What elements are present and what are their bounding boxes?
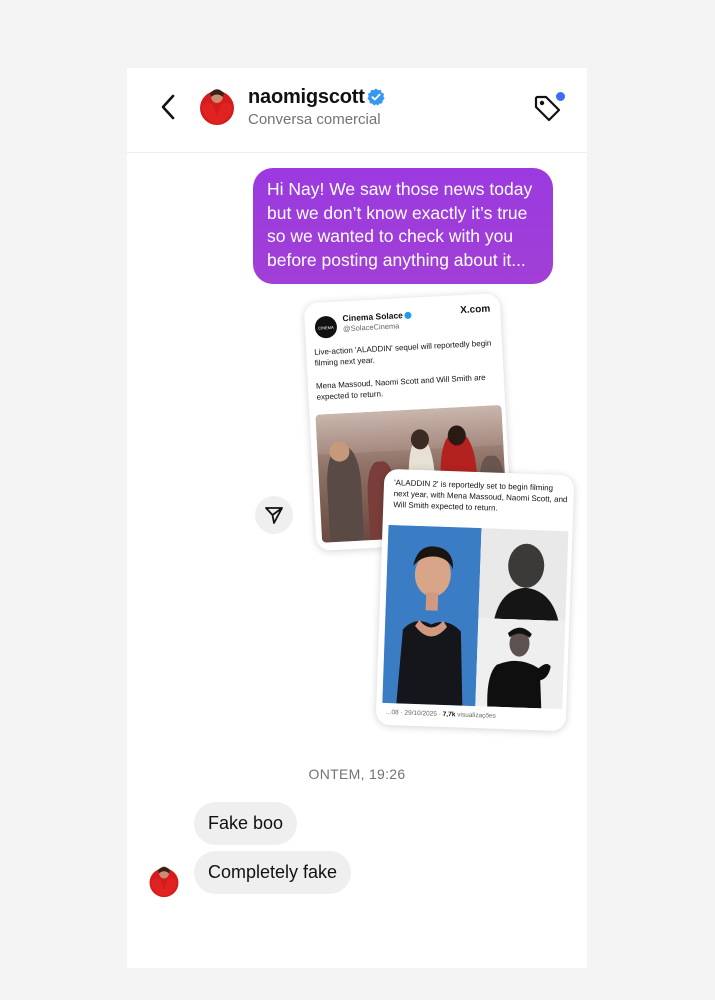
notification-dot <box>556 92 565 101</box>
will-smith-photo <box>478 528 569 622</box>
verified-badge-icon <box>367 88 385 106</box>
naomi-scott-photo <box>382 524 482 707</box>
post-footer: ...08 · 29/10/2025 · 7,7k visualizações <box>385 708 496 720</box>
outgoing-message[interactable]: Hi Nay! We saw those news today but we d… <box>253 168 553 284</box>
avatar[interactable] <box>147 864 181 898</box>
post-account-name: Cinema Solace <box>342 310 413 323</box>
chat-screen: naomigscott Conversa comercial Hi Nay! W… <box>127 68 587 968</box>
post-text-secondary: Mena Massoud, Naomi Scott and Will Smith… <box>315 372 486 402</box>
cinema-solace-avatar: CINEMA <box>314 315 338 339</box>
shared-post-card-news[interactable]: 'ALADDIN 2' is reportedly set to begin f… <box>375 468 575 732</box>
chevron-left-icon <box>161 94 175 120</box>
post-text: 'ALADDIN 2' is reportedly set to begin f… <box>393 478 568 513</box>
send-icon <box>265 507 283 524</box>
verified-badge-icon <box>404 311 413 320</box>
avatar[interactable] <box>197 86 237 126</box>
post-text: Live-action 'ALADDIN' sequel will report… <box>313 338 492 368</box>
message-timestamp: ONTEM, 19:26 <box>308 766 406 782</box>
x-logo: X.com <box>459 303 491 317</box>
chat-header: naomigscott Conversa comercial <box>127 68 587 153</box>
back-button[interactable] <box>153 90 183 124</box>
incoming-message[interactable]: Completely fake <box>194 851 352 894</box>
conversation-type-label: Conversa comercial <box>248 111 381 128</box>
share-button[interactable] <box>255 496 293 534</box>
contact-username[interactable]: naomigscott <box>248 86 365 109</box>
mena-massoud-photo <box>475 618 566 710</box>
post-handle: @SolaceCinema <box>342 321 400 334</box>
incoming-message[interactable]: Fake boo <box>194 802 298 845</box>
